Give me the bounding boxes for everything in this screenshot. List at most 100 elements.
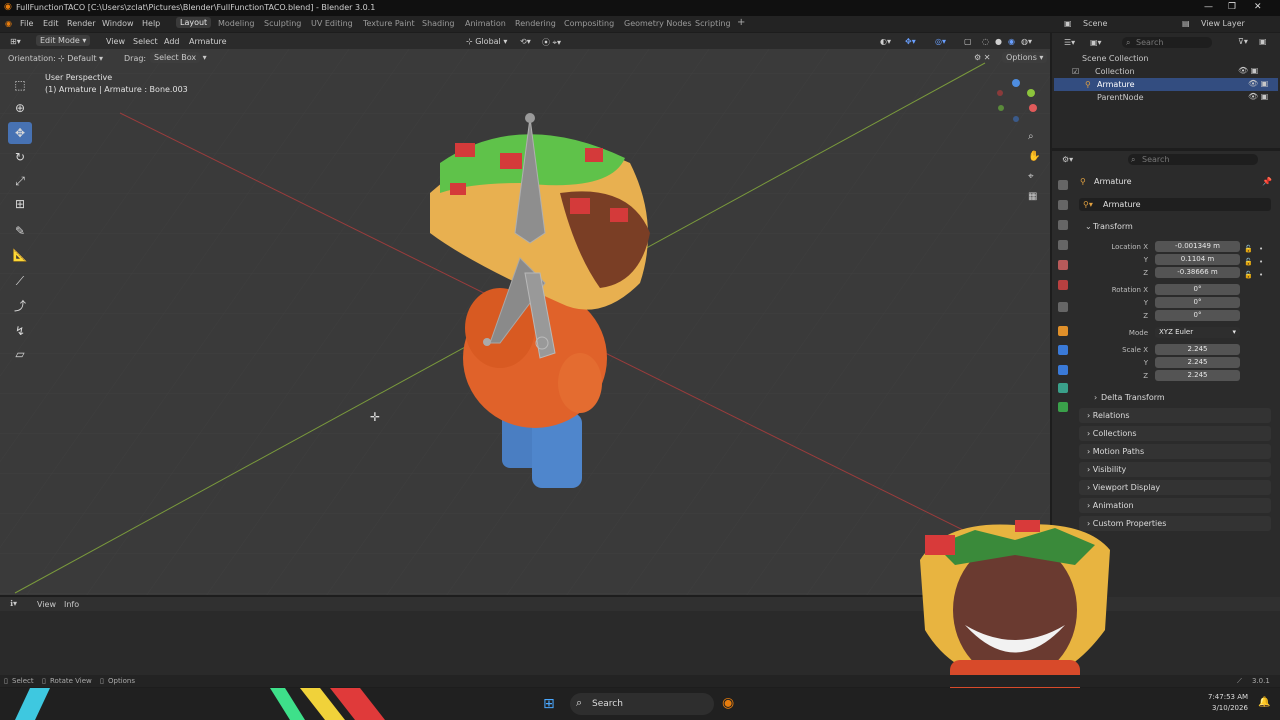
zoom-icon[interactable]: ⌕ [1028, 131, 1034, 142]
object-props-icon[interactable] [1058, 326, 1068, 336]
shading-material-icon[interactable]: ◉ [1008, 37, 1015, 46]
measure-tool-icon[interactable]: 📐 [8, 244, 32, 266]
pan-hand-icon[interactable]: ✋ [1028, 151, 1040, 162]
outliner-item-collection[interactable]: Collection [1095, 67, 1135, 76]
extrude-tool-icon[interactable]: ⤴ [8, 294, 32, 316]
scale-tool-icon[interactable]: ⤢ [8, 170, 32, 192]
menu-render[interactable]: Render [67, 19, 95, 28]
viewlayer-icon[interactable]: ▤ [1182, 19, 1190, 28]
scale-y-field[interactable]: 2.245 [1155, 357, 1240, 368]
menu-help[interactable]: Help [142, 19, 160, 28]
panel-animation[interactable]: › Animation [1079, 498, 1271, 513]
tab-layout[interactable]: Layout [176, 17, 212, 28]
editor-type-icon[interactable]: ⊞▾ [10, 37, 21, 46]
eye-icon[interactable]: 👁 ▣ [1248, 79, 1268, 88]
move-tool-icon[interactable]: ✥ [8, 122, 32, 144]
visibility-icon[interactable]: ◐▾ [880, 37, 891, 46]
maximize-icon[interactable]: ❐ [1228, 2, 1236, 12]
taskbar-search-box[interactable]: ⌕ Search [570, 693, 714, 715]
tab-texture-paint[interactable]: Texture Paint [363, 19, 415, 28]
blender-taskbar-icon[interactable]: ◉ [722, 695, 734, 711]
rotation-y-field[interactable]: 0° [1155, 297, 1240, 308]
object-name-field[interactable]: ⚲▾ Armature [1079, 198, 1271, 211]
info-editor-icon[interactable]: ℹ▾ [10, 599, 17, 608]
xray-icon[interactable]: ▢ [964, 37, 972, 46]
pin-icon[interactable]: 📌 [1262, 177, 1272, 186]
rotate-tool-icon[interactable]: ↻ [8, 146, 32, 168]
menu-view[interactable]: View [106, 37, 125, 46]
object-data-props-icon[interactable] [1058, 383, 1068, 393]
tab-animation[interactable]: Animation [465, 19, 506, 28]
menu-edit[interactable]: Edit [43, 19, 59, 28]
panel-collections[interactable]: › Collections [1079, 426, 1271, 441]
shading-wire-icon[interactable]: ◌ [982, 37, 989, 46]
delta-transform-header[interactable]: Delta Transform [1101, 393, 1165, 402]
outliner-item-armature[interactable]: Armature [1097, 80, 1135, 89]
tab-uv-editing[interactable]: UV Editing [311, 19, 353, 28]
envelope-tool-icon[interactable]: ▱ [8, 343, 32, 365]
location-x-field[interactable]: -0.001349 m [1155, 241, 1240, 252]
menu-window[interactable]: Window [102, 19, 134, 28]
panel-relations[interactable]: › Relations [1079, 408, 1271, 423]
collection-checkbox-icon[interactable]: ☑ [1072, 67, 1079, 76]
3d-viewport[interactable]: ✛ User Perspective (1) Armature | Armatu… [0, 33, 1050, 595]
roll-tool-icon[interactable]: ↯ [8, 320, 32, 342]
tab-shading[interactable]: Shading [422, 19, 455, 28]
view-layer-props-icon[interactable] [1058, 240, 1068, 250]
perspective-grid-icon[interactable]: ▦ [1028, 191, 1037, 202]
tool-settings-icon[interactable]: ⚙ ✕ [974, 53, 990, 62]
tab-rendering[interactable]: Rendering [515, 19, 556, 28]
scale-z-field[interactable]: 2.245 [1155, 370, 1240, 381]
tab-modeling[interactable]: Modeling [218, 19, 254, 28]
scale-x-field[interactable]: 2.245 [1155, 344, 1240, 355]
cursor-tool-icon[interactable]: ⊕ [8, 97, 32, 119]
scene-label[interactable]: Scene [1083, 19, 1107, 28]
rotation-x-field[interactable]: 0° [1155, 284, 1240, 295]
mode-dropdown[interactable]: Edit Mode ▾ [36, 35, 91, 46]
gizmo-toggle-icon[interactable]: ✥▾ [905, 37, 916, 46]
panel-visibility[interactable]: › Visibility [1079, 462, 1271, 477]
outliner-item-parentnode[interactable]: ParentNode [1097, 93, 1144, 102]
tab-scripting[interactable]: Scripting [695, 19, 731, 28]
outliner-item-scene-collection[interactable]: Scene Collection [1082, 54, 1149, 63]
eye-icon[interactable]: 👁 ▣ [1248, 92, 1268, 101]
overlay-toggle-icon[interactable]: ◎▾ [935, 37, 946, 46]
notification-bell-icon[interactable]: 🔔 [1258, 697, 1270, 708]
outliner-search-input[interactable]: Search [1122, 37, 1212, 48]
location-y-field[interactable]: 0.1104 m [1155, 254, 1240, 265]
close-icon[interactable]: ✕ [1254, 2, 1262, 12]
windows-start-icon[interactable]: ⊞ [543, 696, 555, 712]
menu-armature[interactable]: Armature [189, 37, 227, 46]
keyframe-dot-icon[interactable]: • • • [1259, 243, 1263, 282]
menu-file[interactable]: File [20, 19, 33, 28]
drag-dropdown[interactable]: Select Box ▾ [150, 52, 207, 63]
viewlayer-label[interactable]: View Layer [1201, 19, 1245, 28]
menu-add[interactable]: Add [164, 37, 180, 46]
transform-expand-icon[interactable]: ⌄ [1085, 222, 1092, 231]
outliner-editor-icon[interactable]: ☰▾ [1064, 38, 1075, 47]
annotate-tool-icon[interactable]: ✎ [8, 220, 32, 242]
blender-menu-icon[interactable]: ◉ [5, 19, 12, 28]
menu-view[interactable]: View [37, 600, 56, 609]
filter-icon[interactable]: ⊽▾ [1238, 37, 1248, 46]
delta-transform-expand-icon[interactable]: › [1094, 393, 1097, 402]
scene-props-icon[interactable] [1058, 260, 1068, 270]
shading-solid-icon[interactable]: ● [995, 37, 1002, 46]
transform-tool-icon[interactable]: ⊞ [8, 193, 32, 215]
bone-size-tool-icon[interactable]: ⟋ [8, 270, 32, 292]
rotation-mode-dropdown[interactable]: XYZ Euler ▾ [1155, 327, 1240, 338]
rotation-z-field[interactable]: 0° [1155, 310, 1240, 321]
menu-info[interactable]: Info [64, 600, 79, 609]
minimize-icon[interactable]: — [1204, 2, 1213, 12]
options-dropdown[interactable]: Options ▾ [1002, 52, 1048, 63]
select-tool-icon[interactable]: ⬚ [8, 74, 32, 96]
output-props-icon[interactable] [1058, 220, 1068, 230]
menu-select[interactable]: Select [133, 37, 158, 46]
collection-props-icon[interactable] [1058, 302, 1068, 312]
panel-viewport-display[interactable]: › Viewport Display [1079, 480, 1271, 495]
transform-header[interactable]: Transform [1093, 222, 1133, 231]
snap-icon[interactable]: ⦿ ⌖▾ [542, 37, 561, 48]
properties-search-input[interactable]: Search [1128, 154, 1258, 165]
properties-editor-icon[interactable]: ⚙▾ [1062, 155, 1073, 164]
shading-rendered-icon[interactable]: ◍▾ [1021, 37, 1032, 46]
